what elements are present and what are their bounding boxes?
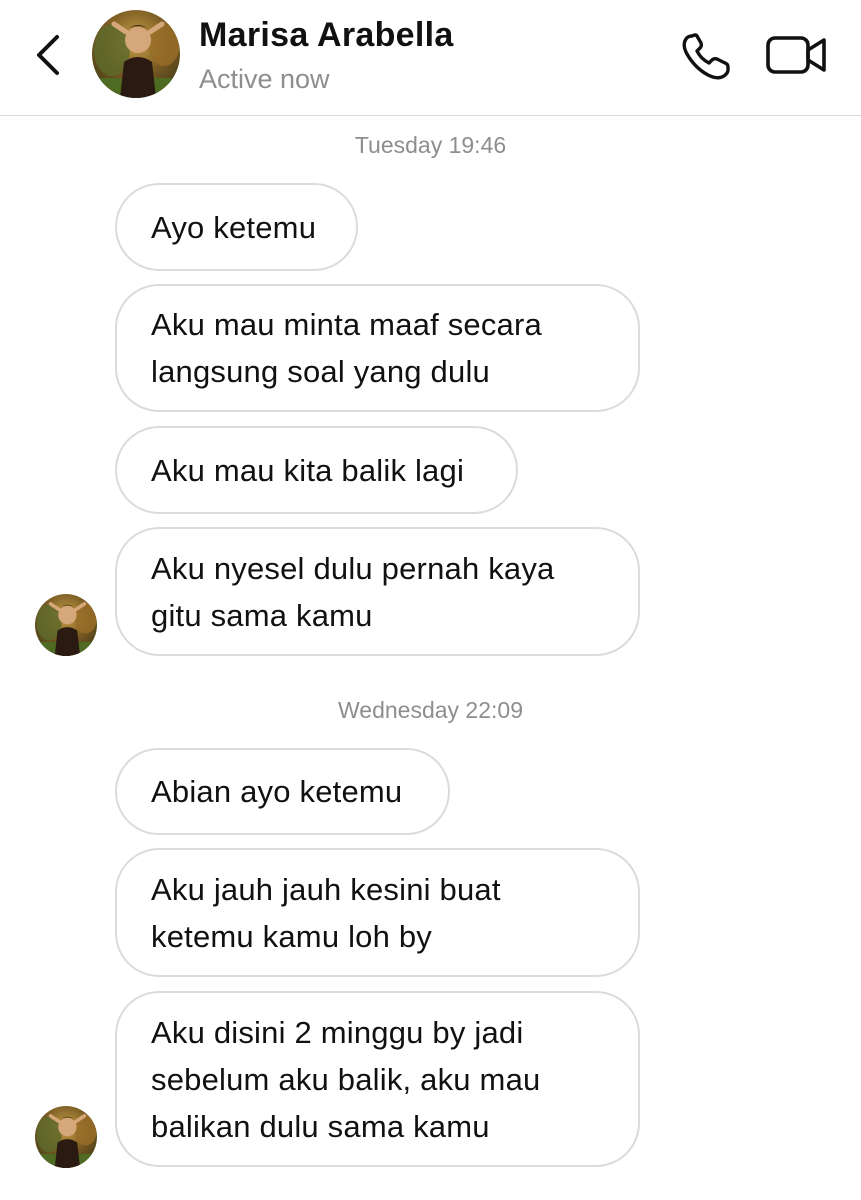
message-text: Abian ayo ketemu: [151, 774, 403, 809]
message-text: Aku nyesel dulu pernah kaya gitu sama ka…: [151, 550, 555, 633]
contact-name[interactable]: Marisa Arabella: [199, 16, 454, 55]
contact-status: Active now: [199, 64, 330, 94]
video-call-button[interactable]: [764, 30, 830, 80]
back-button[interactable]: [28, 30, 68, 80]
message-bubble[interactable]: Aku mau minta maaf secara langsung soal …: [115, 284, 640, 412]
message-bubble[interactable]: Aku jauh jauh kesini buat ketemu kamu lo…: [115, 848, 640, 977]
sender-avatar[interactable]: [35, 1106, 97, 1168]
message-text: Aku mau kita balik lagi: [151, 452, 465, 488]
phone-icon: [682, 33, 730, 80]
chat-header: Marisa Arabella Active now: [0, 0, 861, 116]
chevron-left-icon: [37, 35, 59, 75]
call-button[interactable]: [678, 30, 736, 84]
sender-avatar[interactable]: [35, 594, 97, 656]
message-text: Aku disini 2 minggu by jadi sebelum aku …: [151, 1014, 541, 1144]
message-text: Aku jauh jauh kesini buat ketemu kamu lo…: [151, 871, 501, 954]
message-bubble[interactable]: Ayo ketemu: [115, 183, 358, 271]
message-text: Aku mau minta maaf secara langsung soal …: [151, 307, 542, 389]
message-bubble[interactable]: Abian ayo ketemu: [115, 748, 450, 835]
timestamp: Wednesday 22:09: [338, 697, 523, 723]
timestamp: Tuesday 19:46: [354, 132, 507, 158]
video-camera-icon: [766, 36, 826, 74]
message-bubble[interactable]: Aku mau kita balik lagi: [115, 426, 518, 514]
message-bubble[interactable]: Aku disini 2 minggu by jadi sebelum aku …: [115, 991, 640, 1167]
message-bubble[interactable]: Aku nyesel dulu pernah kaya gitu sama ka…: [115, 527, 640, 656]
message-text: Ayo ketemu: [151, 209, 317, 245]
contact-avatar[interactable]: [92, 10, 180, 98]
